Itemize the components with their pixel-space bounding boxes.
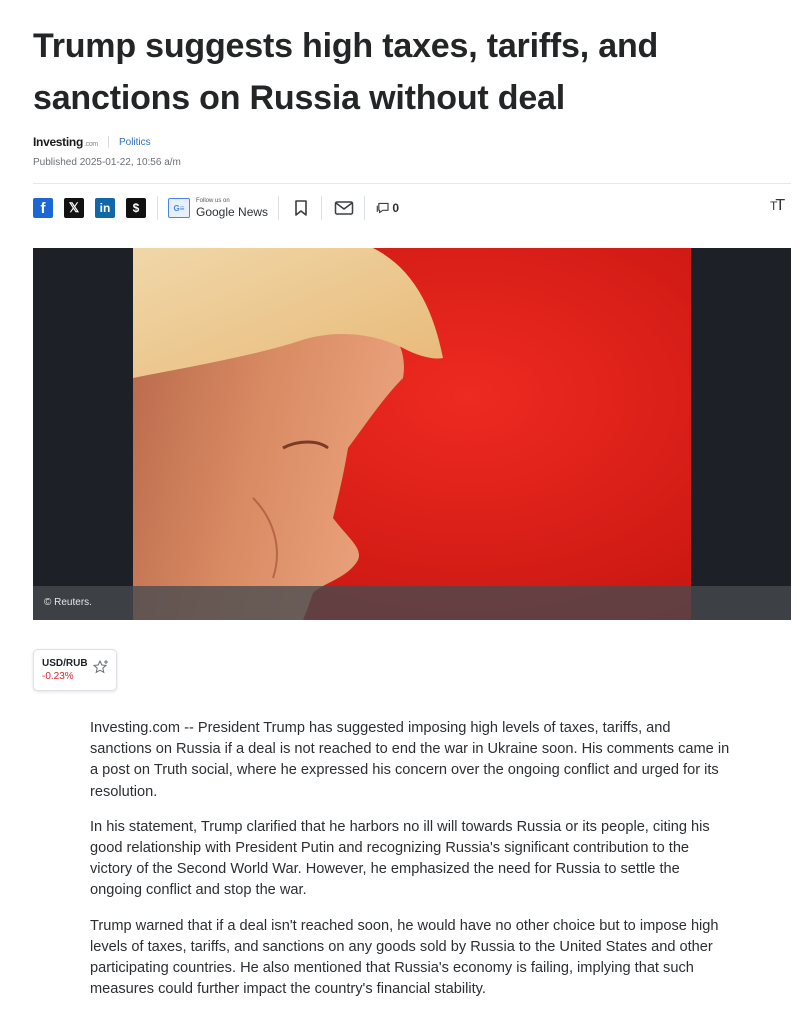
hero-photo-art <box>133 248 691 620</box>
text-size-button[interactable]: TT <box>770 197 785 215</box>
toolbar-divider <box>157 196 158 220</box>
comments-button[interactable]: 0 <box>375 196 399 220</box>
comment-count: 0 <box>392 201 400 215</box>
google-news-icon: G≡ <box>168 198 190 218</box>
google-news-text: Follow us on Google News <box>196 198 268 218</box>
blogger-share-button[interactable]: $ <box>126 198 146 218</box>
bookmark-button[interactable] <box>289 196 313 220</box>
hero-photo <box>133 248 691 620</box>
star-plus-icon[interactable] <box>92 658 110 676</box>
article-paragraph: Trump warned that if a deal isn't reache… <box>90 917 719 998</box>
source-row: Investing.com Politics <box>33 134 151 150</box>
google-news-label: Google News <box>196 205 269 219</box>
google-news-follow-button[interactable]: G≡ Follow us on Google News <box>168 198 268 218</box>
published-date: Published 2025-01-22, 10:56 a/m <box>33 157 181 168</box>
comment-icon <box>376 202 389 214</box>
ticker-change: -0.23% <box>42 671 74 682</box>
share-toolbar: f 𝕏 in $ G≡ Follow us on Google News 0 <box>33 195 407 221</box>
article-paragraph: Investing.com -- President Trump has sug… <box>90 720 730 800</box>
header-divider <box>33 183 791 184</box>
mail-icon <box>334 201 354 215</box>
hero-image: © Reuters. <box>33 248 791 620</box>
google-news-caption: Follow us on <box>196 198 230 204</box>
text-size-large-glyph: T <box>775 197 785 214</box>
email-share-button[interactable] <box>332 196 356 220</box>
image-caption-bar: © Reuters. <box>33 586 791 620</box>
bookmark-icon <box>295 200 307 216</box>
logo-wordmark: Investing <box>33 135 83 149</box>
image-caption: © Reuters. <box>44 597 92 608</box>
toolbar-divider <box>321 196 323 220</box>
article-title: Trump suggests high taxes, tariffs, and … <box>33 27 659 117</box>
article-body: Investing.com -- President Trump has sug… <box>90 718 730 1014</box>
category-link[interactable]: Politics <box>119 137 151 148</box>
article-paragraph: In his statement, Trump clarified that h… <box>90 818 710 899</box>
ticker-symbol: USD/RUB <box>42 658 88 669</box>
divider <box>107 136 109 148</box>
toolbar-divider <box>278 196 280 220</box>
x-share-button[interactable]: 𝕏 <box>64 198 84 218</box>
facebook-share-button[interactable]: f <box>33 198 53 218</box>
investing-logo[interactable]: Investing.com <box>33 135 98 149</box>
toolbar-divider <box>364 196 366 220</box>
linkedin-share-button[interactable]: in <box>95 198 115 218</box>
instrument-ticker-card[interactable]: USD/RUB -0.23% <box>33 649 117 691</box>
logo-suffix: .com <box>83 141 98 148</box>
